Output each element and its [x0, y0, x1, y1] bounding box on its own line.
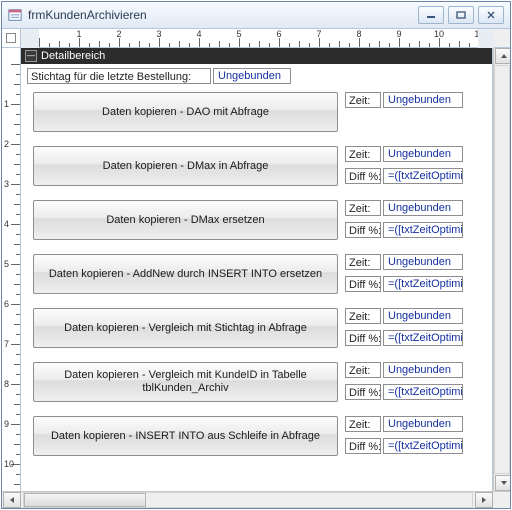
action-button-1[interactable]: Daten kopieren - DMax in Abfrage [33, 146, 338, 186]
action-button-2[interactable]: Daten kopieren - DMax ersetzen [33, 200, 338, 240]
scroll-left-button[interactable] [3, 492, 21, 508]
action-button-5[interactable]: Daten kopieren - Vergleich mit KundeID i… [33, 362, 338, 402]
close-button[interactable] [478, 6, 504, 24]
diff-field-2[interactable]: =([txtZeitOptimiert]-[txtZeit])/[txtZeit… [383, 222, 463, 238]
diff-field-5[interactable]: =([txtZeitOptimiert]-[txtZeit])/[txtZeit… [383, 384, 463, 400]
diff-label-5: Diff %: [345, 384, 381, 400]
select-all-corner[interactable] [2, 29, 21, 48]
diff-label-6: Diff %: [345, 438, 381, 454]
action-button-4[interactable]: Daten kopieren - Vergleich mit Stichtag … [33, 308, 338, 348]
zeit-label-4: Zeit: [345, 308, 381, 324]
scroll-down-button[interactable] [495, 475, 510, 491]
diff-field-6[interactable]: =([txtZeitOptimiert]-[txtZeit])/[txtZeit… [383, 438, 463, 454]
titlebar[interactable]: frmKundenArchivieren [2, 2, 510, 29]
stichtag-label: Stichtag für die letzte Bestellung: [27, 68, 211, 84]
diff-label-4: Diff %: [345, 330, 381, 346]
form-design-window: frmKundenArchivieren 1234567891011121314… [1, 1, 511, 509]
design-surface[interactable]: — Detailbereich Stichtag für die letzte … [21, 48, 493, 491]
detail-section-header[interactable]: — Detailbereich [21, 48, 492, 64]
zeit-field-4[interactable]: Ungebunden [383, 308, 463, 324]
diff-label-1: Diff %: [345, 168, 381, 184]
zeit-field-2[interactable]: Ungebunden [383, 200, 463, 216]
maximize-button[interactable] [448, 6, 474, 24]
zeit-field-3[interactable]: Ungebunden [383, 254, 463, 270]
vertical-ruler[interactable]: 123456789101112 [2, 48, 21, 491]
zeit-label-0: Zeit: [345, 92, 381, 108]
form-icon [8, 8, 22, 22]
horizontal-ruler[interactable]: 1234567891011121314 [39, 29, 478, 48]
zeit-label-2: Zeit: [345, 200, 381, 216]
action-button-3[interactable]: Daten kopieren - AddNew durch INSERT INT… [33, 254, 338, 294]
minimize-button[interactable] [418, 6, 444, 24]
diff-field-3[interactable]: =([txtZeitOptimiert]-[txtZeit])/[txtZeit… [383, 276, 463, 292]
zeit-field-1[interactable]: Ungebunden [383, 146, 463, 162]
horizontal-scroll-thumb[interactable] [24, 493, 146, 507]
detail-section-label: Detailbereich [41, 50, 105, 62]
action-button-0[interactable]: Daten kopieren - DAO mit Abfrage [33, 92, 338, 132]
scroll-right-button[interactable] [475, 492, 493, 508]
section-expand-icon[interactable]: — [25, 50, 37, 62]
zeit-field-6[interactable]: Ungebunden [383, 416, 463, 432]
diff-field-1[interactable]: =([txtZeitOptimiert]-[txtZeit])/[txtZeit… [383, 168, 463, 184]
vertical-scroll-track[interactable] [494, 65, 510, 474]
stichtag-field[interactable]: Ungebunden [213, 68, 291, 84]
zeit-label-1: Zeit: [345, 146, 381, 162]
window-title: frmKundenArchivieren [28, 8, 418, 22]
scroll-up-button[interactable] [495, 48, 510, 64]
zeit-label-3: Zeit: [345, 254, 381, 270]
diff-label-3: Diff %: [345, 276, 381, 292]
zeit-label-6: Zeit: [345, 416, 381, 432]
zeit-label-5: Zeit: [345, 362, 381, 378]
horizontal-scroll-track[interactable] [23, 492, 473, 508]
zeit-field-0[interactable]: Ungebunden [383, 92, 463, 108]
zeit-field-5[interactable]: Ungebunden [383, 362, 463, 378]
diff-label-2: Diff %: [345, 222, 381, 238]
vertical-scrollbar[interactable] [493, 48, 510, 491]
horizontal-scrollbar[interactable] [2, 491, 510, 508]
action-button-6[interactable]: Daten kopieren - INSERT INTO aus Schleif… [33, 416, 338, 456]
diff-field-4[interactable]: =([txtZeitOptimiert]-[txtZeit])/[txtZeit… [383, 330, 463, 346]
